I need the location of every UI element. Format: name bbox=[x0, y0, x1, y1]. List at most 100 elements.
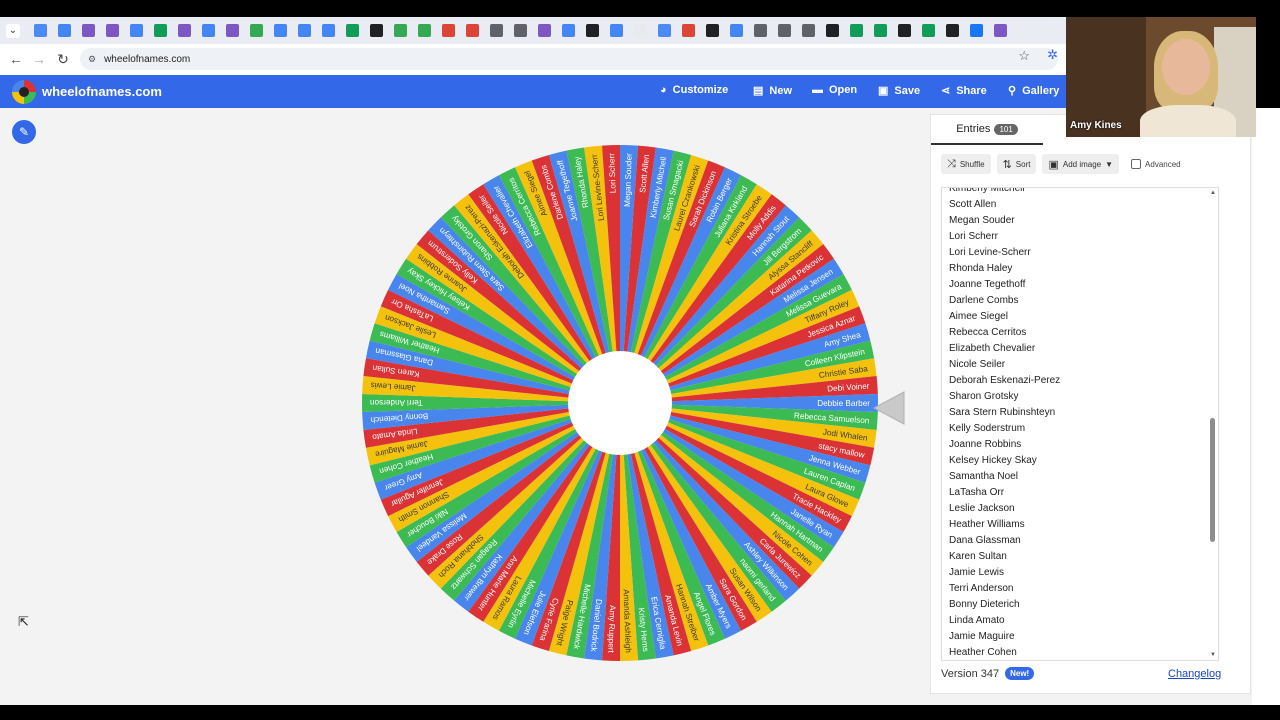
bookmark-favicon-icon[interactable] bbox=[177, 24, 191, 37]
entry-item[interactable]: Scott Allen bbox=[949, 197, 1060, 213]
entry-item[interactable]: Joanne Tegethoff bbox=[949, 277, 1060, 293]
entry-item[interactable]: Terri Anderson bbox=[949, 581, 1060, 597]
forward-icon[interactable]: → bbox=[27, 51, 51, 67]
bookmark-favicon-icon[interactable] bbox=[801, 24, 815, 37]
entry-item[interactable]: Kelsey Hickey Skay bbox=[949, 453, 1060, 469]
bookmark-favicon-icon[interactable] bbox=[393, 24, 407, 37]
scrollbar-thumb[interactable] bbox=[1210, 418, 1215, 542]
bookmark-favicon-icon[interactable] bbox=[201, 24, 215, 37]
bookmark-favicon-icon[interactable] bbox=[489, 24, 503, 37]
wheel[interactable]: Scott Allen Kimberly Mitchell Susan Smagac… bbox=[359, 142, 881, 664]
bookmark-favicon-icon[interactable] bbox=[249, 24, 263, 37]
bookmark-favicon-icon[interactable] bbox=[129, 24, 143, 37]
bookmark-favicon-icon[interactable] bbox=[369, 24, 383, 37]
wheel-logo-icon[interactable] bbox=[12, 80, 36, 104]
site-title[interactable]: wheelofnames.com bbox=[42, 84, 162, 99]
bookmark-favicon-icon[interactable] bbox=[897, 24, 911, 37]
bookmark-favicon-icon[interactable] bbox=[729, 24, 743, 37]
bookmark-favicon-icon[interactable] bbox=[585, 24, 599, 37]
bookmark-favicon-icon[interactable] bbox=[465, 24, 479, 37]
entry-item[interactable]: Kelly Soderstrum bbox=[949, 421, 1060, 437]
advanced-checkbox[interactable] bbox=[1131, 159, 1142, 169]
entry-item[interactable]: Sharon Grotsky bbox=[949, 389, 1060, 405]
extension-icon[interactable]: ✲ bbox=[1047, 47, 1058, 63]
wheel-svg[interactable]: Scott AllenKimberly MitchellSusan Smagac… bbox=[359, 142, 881, 664]
chevron-down-icon[interactable]: ⌄ bbox=[6, 23, 20, 38]
entry-item[interactable]: Leslie Jackson bbox=[949, 501, 1060, 517]
entry-item[interactable]: Kimberly Mitchell bbox=[949, 188, 1060, 197]
entry-item[interactable]: Bonny Dieterich bbox=[949, 597, 1060, 613]
entry-item[interactable]: Karen Sultan bbox=[949, 549, 1060, 565]
entry-item[interactable]: Rebecca Cerritos bbox=[949, 325, 1060, 341]
bookmark-favicon-icon[interactable] bbox=[81, 24, 95, 37]
bookmark-favicon-icon[interactable] bbox=[945, 24, 959, 37]
back-icon[interactable]: ← bbox=[4, 51, 28, 67]
entry-item[interactable]: Darlene Combs bbox=[949, 293, 1060, 309]
entry-item[interactable]: Jamie Maguire bbox=[949, 629, 1060, 645]
entry-item[interactable]: Nicole Seiler bbox=[949, 357, 1060, 373]
bookmark-favicon-icon[interactable] bbox=[273, 24, 287, 37]
bookmark-favicon-icon[interactable] bbox=[969, 24, 983, 37]
entry-item[interactable]: Sara Stern Rubinshteyn bbox=[949, 405, 1060, 421]
bookmark-favicon-icon[interactable] bbox=[657, 24, 671, 37]
entry-item[interactable]: Lori Scherr bbox=[949, 229, 1060, 245]
entry-item[interactable]: Joanne Robbins bbox=[949, 437, 1060, 453]
bookmark-favicon-icon[interactable] bbox=[321, 24, 335, 37]
menu-share[interactable]: ⋖ Share bbox=[941, 84, 987, 98]
site-info-icon[interactable]: ⚙ bbox=[88, 54, 96, 65]
entry-item[interactable]: Elizabeth Chevalier bbox=[949, 341, 1060, 357]
bookmark-favicon-icon[interactable] bbox=[681, 24, 695, 37]
bookmark-favicon-icon[interactable] bbox=[777, 24, 791, 37]
bookmark-favicon-icon[interactable] bbox=[33, 24, 47, 37]
advanced-toggle[interactable]: Advanced bbox=[1131, 159, 1181, 169]
entries-scrollbar[interactable] bbox=[1210, 198, 1215, 650]
url-field[interactable]: ⚙ wheelofnames.com bbox=[80, 48, 1058, 70]
edit-pencil-icon[interactable]: ✎ bbox=[12, 120, 36, 144]
menu-gallery[interactable]: ⚲ Gallery bbox=[1008, 84, 1059, 98]
bookmark-favicon-icon[interactable] bbox=[993, 24, 1007, 37]
menu-new[interactable]: ▤ New bbox=[753, 84, 792, 98]
entry-item[interactable]: Dana Glassman bbox=[949, 533, 1060, 549]
bookmark-favicon-icon[interactable] bbox=[873, 24, 887, 37]
bookmark-favicon-icon[interactable] bbox=[417, 24, 431, 37]
entry-item[interactable]: LaTasha Orr bbox=[949, 485, 1060, 501]
bookmark-favicon-icon[interactable] bbox=[105, 24, 119, 37]
scroll-up-icon[interactable]: ▲ bbox=[1210, 190, 1216, 196]
bookmark-favicon-icon[interactable] bbox=[225, 24, 239, 37]
entry-item[interactable]: Samantha Noel bbox=[949, 469, 1060, 485]
bookmark-favicon-icon[interactable] bbox=[825, 24, 839, 37]
bookmark-favicon-icon[interactable] bbox=[921, 24, 935, 37]
bookmark-favicon-icon[interactable] bbox=[705, 24, 719, 37]
bookmark-favicon-icon[interactable] bbox=[297, 24, 311, 37]
bookmark-favicon-icon[interactable] bbox=[345, 24, 359, 37]
menu-open[interactable]: ▬ Open bbox=[812, 84, 857, 96]
bookmark-favicon-icon[interactable] bbox=[633, 24, 647, 37]
bookmark-star-icon[interactable]: ☆ bbox=[1018, 48, 1030, 64]
menu-save[interactable]: ▣ Save bbox=[878, 84, 920, 98]
menu-customize[interactable]: ◕ Customize bbox=[660, 84, 728, 96]
entry-item[interactable]: Linda Amato bbox=[949, 613, 1060, 629]
bookmark-favicon-icon[interactable] bbox=[561, 24, 575, 37]
bookmark-favicon-icon[interactable] bbox=[57, 24, 71, 37]
bookmark-favicon-icon[interactable] bbox=[753, 24, 767, 37]
wheel-center-hub[interactable] bbox=[568, 351, 672, 455]
entry-item[interactable]: Deborah Eskenazi-Perez bbox=[949, 373, 1060, 389]
entries-textarea[interactable]: Kimberly Mitchell Scott Allen Megan Souder… bbox=[941, 187, 1219, 661]
entry-item[interactable]: Aimee Siegel bbox=[949, 309, 1060, 325]
bookmark-favicon-icon[interactable] bbox=[153, 24, 167, 37]
page-scrollbar[interactable] bbox=[1252, 108, 1280, 705]
entry-item[interactable]: Megan Souder bbox=[949, 213, 1060, 229]
entry-item[interactable]: Heather Cohen bbox=[949, 645, 1060, 660]
new-badge[interactable]: New! bbox=[1005, 667, 1035, 680]
entry-item[interactable]: Jamie Lewis bbox=[949, 565, 1060, 581]
bookmark-favicon-icon[interactable] bbox=[537, 24, 551, 37]
entry-item[interactable]: Lori Levine-Scherr bbox=[949, 245, 1060, 261]
bookmark-favicon-icon[interactable] bbox=[609, 24, 623, 37]
shuffle-button[interactable]: ⤨ Shuffle bbox=[941, 154, 991, 174]
bookmark-favicon-icon[interactable] bbox=[849, 24, 863, 37]
add-image-button[interactable]: ▣ Add image ▼ bbox=[1042, 154, 1120, 174]
changelog-link[interactable]: Changelog bbox=[1168, 668, 1221, 680]
entry-item[interactable]: Heather Williams bbox=[949, 517, 1060, 533]
entry-item[interactable]: Rhonda Haley bbox=[949, 261, 1060, 277]
bookmark-favicon-icon[interactable] bbox=[441, 24, 455, 37]
